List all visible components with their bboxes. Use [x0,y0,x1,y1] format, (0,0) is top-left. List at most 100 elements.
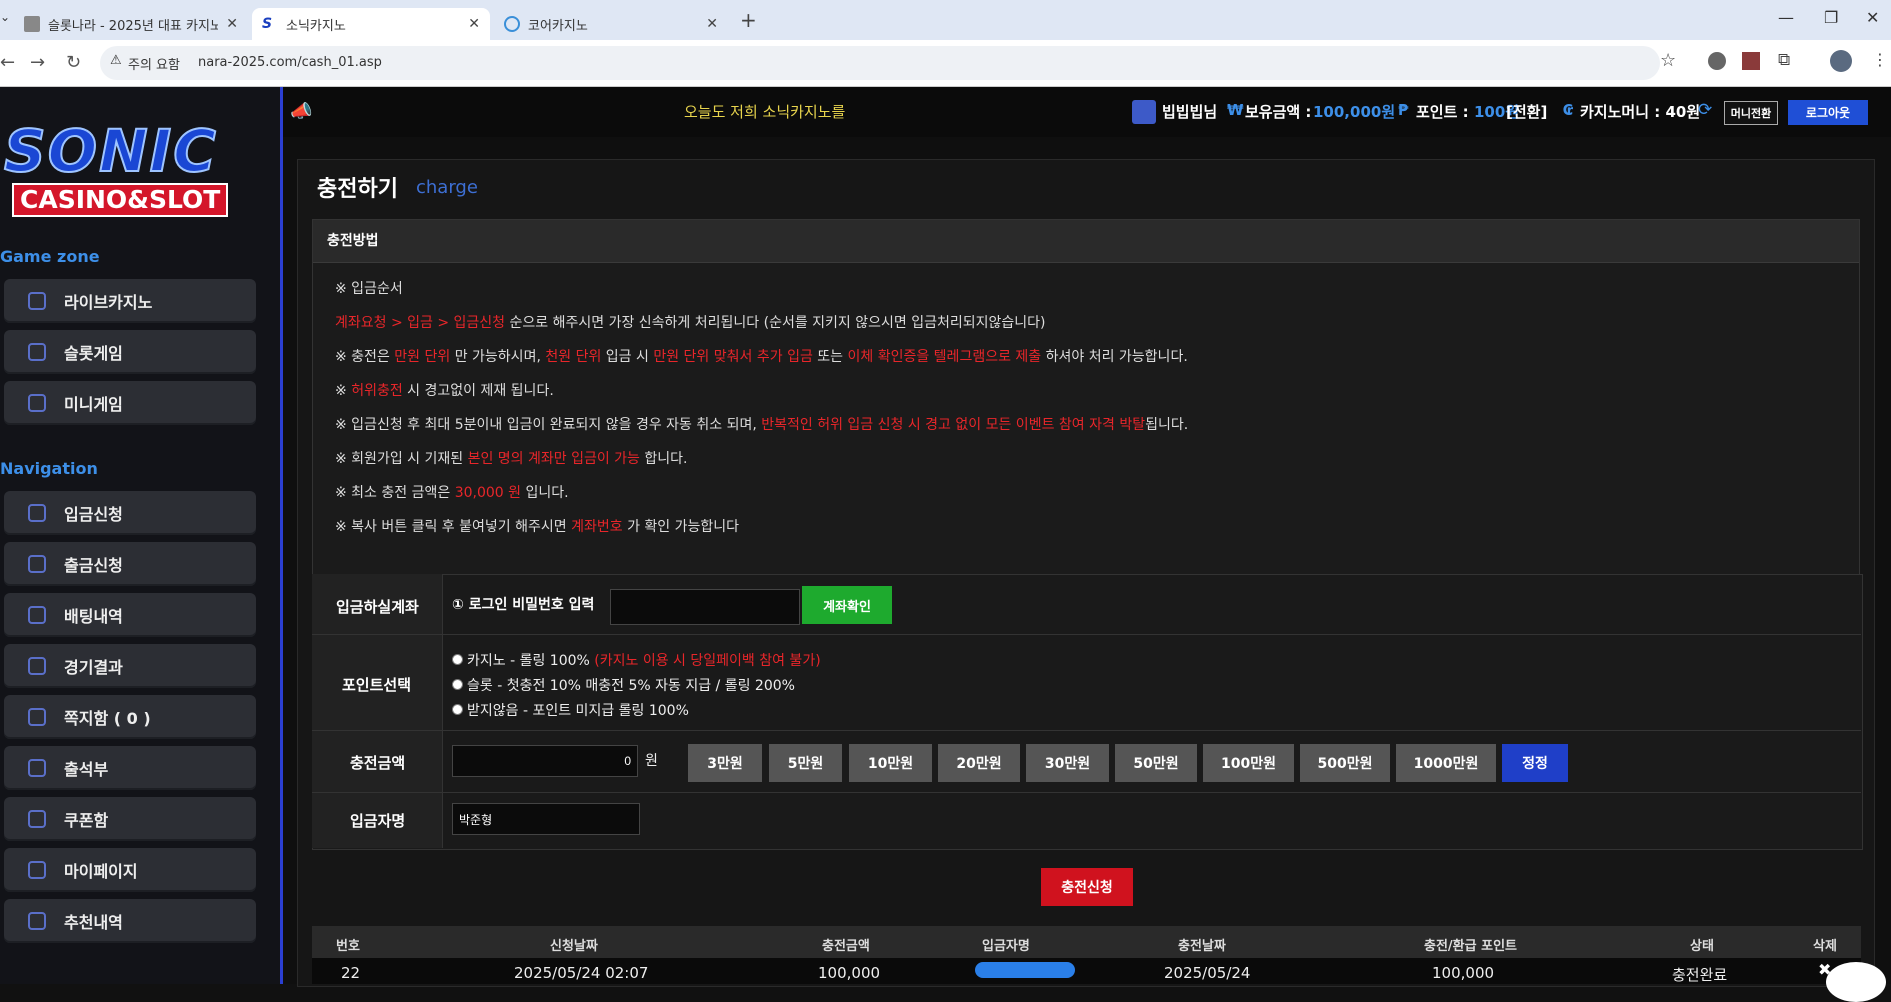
note-red: 허위충전 [351,383,403,399]
address-bar-row: ← → ↻ ⚠ 주의 요함 nara-2025.com/cash_01.asp … [0,40,1891,87]
receipt-icon [28,606,46,624]
amount-10m-button[interactable]: 1000만원 [1396,744,1496,782]
note-text: 또는 [812,349,848,365]
radio-casino[interactable] [452,654,463,665]
note-order: 계좌요청 > 입금 > 입금신청 순으로 해주시면 가장 신속하게 처리됩니다 … [335,312,1045,332]
sidebar-item-results[interactable]: 경기결과 [4,644,256,688]
casino-money: 카지노머니 : 40원 [1580,103,1701,121]
speaker-icon: 📣 [290,101,313,122]
note-red: 만원 단위 [394,349,451,365]
close-window-icon[interactable]: ✕ [1866,8,1879,27]
note-red: 천원 단위 [545,349,602,365]
tab-label: 슬롯나라 - 2025년 대표 카지노 [48,18,218,34]
tab-label: 소닉카지노 [286,18,346,34]
amount-5m-button[interactable]: 500만원 [1300,744,1390,782]
logout-button[interactable]: 로그아웃 [1788,100,1868,125]
site-logo[interactable]: SONIC CASINO&SLOT [3,118,256,219]
tab-slotnara[interactable]: 슬롯나라 - 2025년 대표 카지노 ✕ [14,8,248,40]
back-icon[interactable]: ← [0,52,15,73]
sidebar-item-coupons[interactable]: 쿠폰함 [4,797,256,841]
amount-50k-button[interactable]: 5만원 [769,744,842,782]
minimize-icon[interactable]: — [1778,8,1794,27]
sidebar-item-minigame[interactable]: 미니게임 [4,381,256,425]
extension-icon[interactable] [1708,52,1726,70]
note-text: ※ 입금순서 [335,281,403,297]
password-prompt: ① 로그인 비밀번호 입력 [452,597,595,613]
amount-500k-button[interactable]: 50만원 [1115,744,1197,782]
reload-icon[interactable]: ↻ [66,52,81,73]
site-header: 📣 오늘도 저희 소닉카지노를 빕빕빕님 ₩ 보유금액 : 100,000원 ₱… [0,87,1891,137]
tab-list-chevron-icon[interactable]: ⌄ [0,10,10,24]
extension-2-icon[interactable] [1742,52,1760,70]
close-tab-icon[interactable]: ✕ [468,16,480,32]
col-charge-date: 충전날짜 [1178,939,1226,954]
refresh-icon[interactable]: ⟳ [1698,100,1712,120]
sidebar-item-attendance[interactable]: 출석부 [4,746,256,790]
minigame-icon [28,394,46,412]
menu-kebab-icon[interactable]: ⋮ [1872,50,1888,69]
note-red: 이체 확인증을 텔레그램으로 제출 [847,349,1042,365]
sidebar-item-label: 경기결과 [64,658,123,677]
sidebar-item-mypage[interactable]: 마이페이지 [4,848,256,892]
close-tab-icon[interactable]: ✕ [706,16,718,32]
security-label[interactable]: 주의 요함 [128,54,180,73]
restore-icon[interactable]: ❐ [1824,8,1838,27]
floating-widget[interactable] [1826,962,1886,1002]
note-text: ※ [335,383,352,399]
amount-30k-button[interactable]: 3만원 [688,744,762,782]
depositor-input[interactable] [452,803,640,835]
option-label: 받지않음 - 포인트 미지급 롤링 100% [467,703,689,719]
new-tab-icon[interactable]: + [740,8,757,32]
point-icon: ₱ [1398,101,1409,119]
puzzle-icon[interactable]: ⧉ [1778,50,1790,70]
sidebar-item-withdraw[interactable]: 출금신청 [4,542,256,586]
sidebar-item-slot[interactable]: 슬롯게임 [4,330,256,374]
omnibox[interactable]: ⚠ 주의 요함 nara-2025.com/cash_01.asp ☆ [100,46,1676,80]
deposit-icon [28,504,46,522]
history-header-row [312,926,1861,958]
point-option-none[interactable]: 받지않음 - 포인트 미지급 롤링 100% [452,700,689,720]
point-option-casino[interactable]: 카지노 - 롤링 100% (카지노 이용 시 당일페이백 참여 불가) [452,650,821,670]
sidebar-item-label: 슬롯게임 [64,344,123,363]
sidebar-item-referrals[interactable]: 추천내역 [4,899,256,943]
sidebar-item-label: 배팅내역 [64,607,123,626]
mail-icon [28,708,46,726]
tab-label: 코어카지노 [528,18,588,34]
note-timeout: ※ 입금신청 후 최대 5분이내 입금이 완료되지 않을 경우 자동 취소 되며… [335,414,1188,434]
forward-icon[interactable]: → [30,52,45,73]
sidebar-item-live-casino[interactable]: 라이브카지노 [4,279,256,323]
amount-100k-button[interactable]: 10만원 [849,744,932,782]
password-input[interactable] [610,589,800,625]
submit-charge-button[interactable]: 충전신청 [1041,868,1133,906]
page-subtitle: charge [416,177,478,198]
sidebar-item-label: 출석부 [64,760,109,779]
tab-sonic[interactable]: S 소닉카지노 ✕ [252,8,490,40]
point-convert-link[interactable]: [전환] [1506,101,1547,122]
username[interactable]: 빕빕빕님 [1162,101,1217,122]
amount-1m-button[interactable]: 100만원 [1203,744,1294,782]
bookmark-star-icon[interactable]: ☆ [1660,50,1676,71]
money-convert-button[interactable]: 머니전환 [1724,101,1778,125]
col-no: 번호 [336,939,360,954]
col-delete: 삭제 [1813,939,1837,954]
wallet-icon [28,555,46,573]
account-check-button[interactable]: 계좌확인 [802,586,892,624]
radio-slot[interactable] [452,679,463,690]
sidebar-item-messages[interactable]: 쪽지함 ( 0 ) [4,695,256,739]
profile-avatar[interactable] [1830,50,1852,72]
amount-300k-button[interactable]: 30만원 [1026,744,1109,782]
sidebar-item-bet-history[interactable]: 배팅내역 [4,593,256,637]
url-text[interactable]: nara-2025.com/cash_01.asp [198,55,382,70]
col-amount: 충전금액 [822,939,870,954]
close-tab-icon[interactable]: ✕ [226,16,238,32]
amount-unit: 원 [645,753,658,769]
reset-button[interactable]: 정정 [1502,744,1568,782]
sidebar-item-deposit[interactable]: 입금신청 [4,491,256,535]
tab-core[interactable]: 코어카지노 ✕ [494,8,728,40]
point-option-slot[interactable]: 슬롯 - 첫충전 10% 매충전 5% 자동 지급 / 롤링 200% [452,675,795,695]
radio-none[interactable] [452,704,463,715]
note-unit: ※ 충전은 만원 단위 만 가능하시며, 천원 단위 입금 시 만원 단위 맞춰… [335,346,1188,366]
amount-input[interactable] [452,745,638,777]
note-text: ※ 충전은 [335,349,395,365]
amount-200k-button[interactable]: 20만원 [938,744,1020,782]
